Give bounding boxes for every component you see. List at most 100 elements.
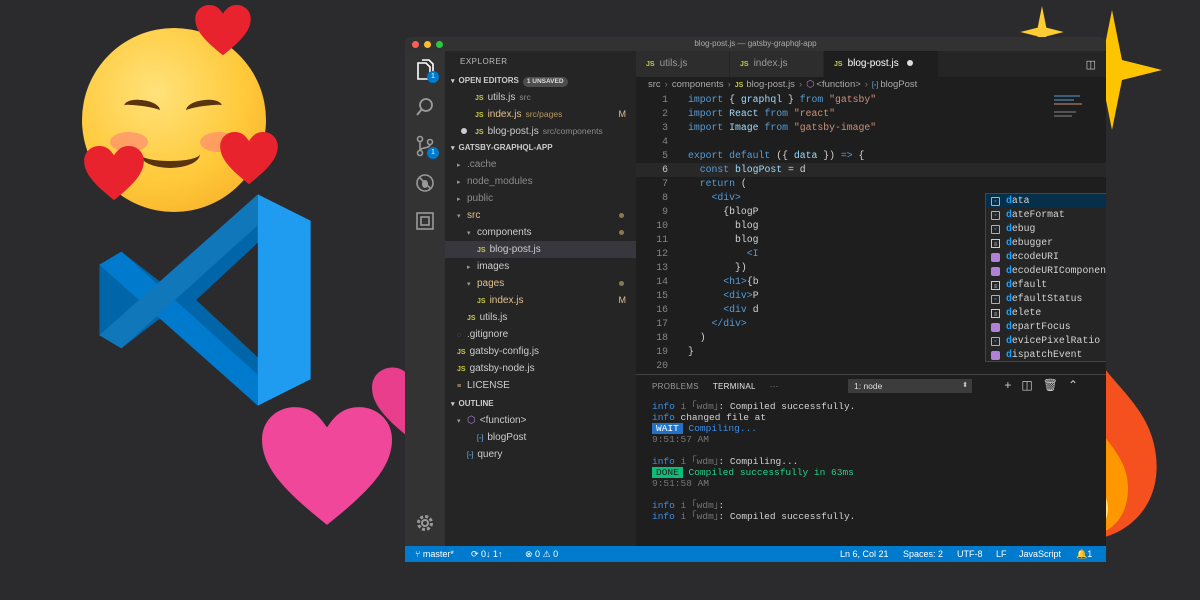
terminal-output[interactable]: info i ｢wdm｣: Compiled successfully. info… (652, 401, 1096, 522)
breadcrumb-item[interactable]: blogPost (880, 79, 917, 90)
file-tree-item[interactable]: ▸ images (445, 258, 636, 275)
terminal-select[interactable]: 1: node ⬍ (848, 379, 972, 393)
chevron-up-icon[interactable]: ⌃ (1068, 378, 1078, 392)
file-tree-item[interactable]: JS blog-post.js (445, 241, 636, 258)
file-tree-item[interactable]: ▾ pages (445, 275, 636, 292)
suggestion-label: ata (1011, 195, 1030, 206)
explorer-icon[interactable]: 1 (414, 59, 439, 83)
file-tree-item[interactable]: ▾ src (445, 207, 636, 224)
outline-item-label: <function> (479, 415, 527, 426)
code-token: <div> (711, 192, 741, 203)
split-terminal-icon[interactable]: ◫ (1021, 378, 1032, 392)
file-tree-item[interactable]: ▸ public (445, 190, 636, 207)
breadcrumb-item[interactable]: blog-post.js (746, 79, 795, 90)
suggestion-label: ecodeURIComponent (1011, 265, 1106, 276)
terminal-token: i (674, 500, 692, 511)
file-tree-item[interactable]: JS gatsby-node.js (445, 360, 636, 377)
method-cube-icon (991, 351, 1000, 360)
settings-gear-icon[interactable] (414, 513, 436, 535)
suggestion-item[interactable]: decodeURIComponent (986, 264, 1106, 278)
file-tree-item[interactable]: ◌ .gitignore (445, 326, 636, 343)
outline-item[interactable]: ▾ ⬡ <function> (445, 412, 636, 429)
more-actions-icon[interactable]: ··· (770, 382, 779, 391)
suggestion-item[interactable]: ≡ debugger (986, 236, 1106, 250)
mouth (140, 140, 200, 168)
file-name: blog-post.js (487, 126, 539, 137)
search-icon[interactable] (414, 97, 436, 119)
chevron-down-icon: ▾ (467, 230, 471, 237)
status-bar: ⑂ master* ⟳ 0↓ 1↑ ⊗ 0 ⚠ 0 Ln 6, Col 21 S… (405, 546, 1106, 562)
sidebar-title: EXPLORER (460, 57, 508, 66)
suggestion-item[interactable]: ≡ default (986, 278, 1106, 292)
code-token: import (688, 122, 730, 133)
suggestion-item[interactable]: decodeURI (986, 250, 1106, 264)
minimap[interactable] (1054, 93, 1094, 153)
code-token: from (799, 94, 830, 105)
add-terminal-icon[interactable]: + (1004, 378, 1011, 392)
code-token: <div (723, 304, 753, 315)
problems-status[interactable]: ⊗ 0 ⚠ 0 (525, 546, 558, 562)
sync-status[interactable]: ⟳ 0↓ 1↑ (471, 546, 503, 562)
code-token: {blogP (723, 206, 759, 217)
suggestion-item[interactable]: departFocus (986, 320, 1106, 334)
notifications[interactable]: 🔔1 (1076, 546, 1092, 562)
suggestion-item[interactable]: ◦ dateFormat (986, 208, 1106, 222)
file-tree-item[interactable]: JS utils.js (445, 309, 636, 326)
suggestion-item[interactable]: ◦ defaultStatus (986, 292, 1106, 306)
suggestion-item[interactable]: ◦datavar data: anyi (986, 194, 1106, 208)
suggestion-item[interactable]: dispatchEvent (986, 348, 1106, 362)
breadcrumb-item[interactable]: components (672, 79, 724, 90)
outline-item[interactable]: [◦] blogPost (445, 429, 636, 446)
file-tree-item[interactable]: ▾ components (445, 224, 636, 241)
tab-terminal[interactable]: TERMINAL (713, 382, 756, 391)
cursor-position[interactable]: Ln 6, Col 21 (840, 546, 889, 562)
file-tree-item[interactable]: ▸ node_modules (445, 173, 636, 190)
line-number: 6 (662, 164, 668, 175)
warning-icon: ⚠ (540, 549, 554, 559)
source-control-icon[interactable]: 1 (414, 135, 439, 159)
tab-utils[interactable]: JS utils.js (636, 51, 730, 77)
open-editor-blog-post[interactable]: JS blog-post.js src/components (445, 123, 636, 140)
open-editor-utils[interactable]: JS utils.js src (445, 89, 636, 106)
variable-icon: ◦ (991, 197, 1000, 206)
split-editor-icon[interactable]: ◫ (1086, 58, 1096, 71)
open-editors-header[interactable]: ▾ OPEN EDITORS 1 UNSAVED (445, 73, 636, 89)
breadcrumb-item[interactable]: src (648, 79, 661, 90)
tab-index[interactable]: JS index.js (730, 51, 824, 77)
breadcrumb-item[interactable]: <function> (816, 79, 860, 90)
suggestion-item[interactable]: ≡ delete (986, 306, 1106, 320)
indentation[interactable]: Spaces: 2 (903, 546, 943, 562)
bottom-panel: PROBLEMS TERMINAL ··· 1: node ⬍ + ◫ 🗑 ⌃ i… (636, 374, 1106, 546)
chevron-right-icon: › (664, 79, 668, 90)
file-tree-item[interactable]: JS gatsby-config.js (445, 343, 636, 360)
debug-icon[interactable] (414, 173, 436, 195)
file-tree-item[interactable]: JS index.js M (445, 292, 636, 309)
project-header[interactable]: ▾ GATSBY-GRAPHQL-APP (445, 140, 636, 156)
code-line: 1 import { graphql } from "gatsby" (636, 93, 1106, 107)
tab-problems[interactable]: PROBLEMS (652, 382, 699, 391)
file-tree-item[interactable]: ▸ .cache (445, 156, 636, 173)
outline-item[interactable]: [◦] query (445, 446, 636, 463)
git-branch[interactable]: ⑂ master* (415, 546, 454, 562)
outline-header[interactable]: ▾ OUTLINE (445, 396, 636, 412)
suggestion-item[interactable]: ◦ debug (986, 222, 1106, 236)
encoding[interactable]: UTF-8 (957, 546, 983, 562)
code-text: blog (688, 219, 759, 233)
js-file-icon: JS (734, 82, 744, 89)
extensions-icon[interactable] (414, 211, 436, 233)
suggestion-label: ateFormat (1011, 209, 1065, 220)
code-text: import { graphql } from "gatsby" (688, 93, 876, 107)
tab-blog-post[interactable]: JS blog-post.js (824, 51, 939, 77)
modified-status: M (618, 109, 627, 119)
suggestion-item[interactable]: ◦ devicePixelRatio (986, 334, 1106, 348)
line-ending[interactable]: LF (996, 546, 1007, 562)
terminal-token: i (674, 511, 692, 522)
file-tree-item[interactable]: ≡ LICENSE (445, 377, 636, 394)
open-editor-index[interactable]: JS index.js src/pages M (445, 106, 636, 123)
language-mode[interactable]: JavaScript (1019, 546, 1061, 562)
trash-icon[interactable]: 🗑 (1043, 378, 1058, 392)
line-number: 17 (656, 318, 668, 329)
line-number: 13 (656, 262, 668, 273)
line-number: 1 (662, 94, 668, 105)
